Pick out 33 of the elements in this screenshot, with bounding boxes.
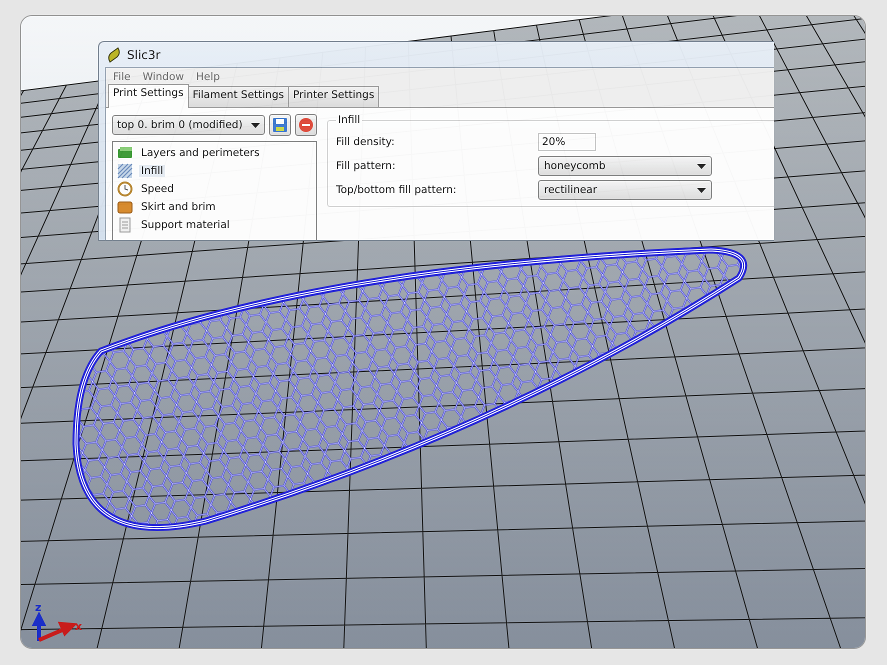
category-item[interactable]: Infill bbox=[139, 165, 166, 177]
menu-item[interactable]: Window bbox=[138, 70, 189, 84]
pattern-dropdown[interactable]: rectilinear bbox=[538, 180, 712, 200]
category-item[interactable]: Support material bbox=[139, 219, 232, 231]
app-logo-icon bbox=[107, 46, 121, 62]
preset-dropdown[interactable]: top 0. brim 0 (modified) bbox=[112, 115, 265, 135]
window-title: Slic3r bbox=[127, 48, 160, 62]
document-icon bbox=[117, 217, 133, 233]
menu-item[interactable]: File bbox=[108, 70, 136, 84]
caret-icon bbox=[697, 164, 706, 168]
field-label: Fill density: bbox=[336, 136, 396, 148]
group-title: Infill bbox=[337, 114, 362, 126]
category-item[interactable]: Skirt and brim bbox=[139, 201, 218, 213]
field-label: Fill pattern: bbox=[336, 160, 396, 172]
settings-tab[interactable]: Print Settings bbox=[108, 84, 189, 108]
field-label: Top/bottom fill pattern: bbox=[336, 184, 458, 196]
minus-circle-icon bbox=[298, 117, 314, 133]
brim-icon bbox=[117, 199, 133, 215]
settings-tab[interactable]: Printer Settings bbox=[288, 86, 380, 107]
caret-icon bbox=[697, 188, 706, 192]
category-item[interactable]: Layers and perimeters bbox=[139, 147, 262, 159]
delete-preset-button[interactable] bbox=[295, 114, 317, 136]
settings-tab[interactable]: Filament Settings bbox=[188, 86, 289, 107]
category-item[interactable]: Speed bbox=[139, 183, 176, 195]
hatched-square-icon bbox=[117, 163, 133, 179]
menu-item[interactable]: Help bbox=[190, 70, 225, 84]
pattern-dropdown[interactable]: honeycomb bbox=[538, 156, 712, 176]
caret-icon bbox=[251, 122, 260, 128]
clock-icon bbox=[117, 181, 133, 197]
save-preset-button[interactable] bbox=[269, 114, 291, 136]
fill-density-field[interactable]: 20% bbox=[538, 133, 596, 151]
layers-icon bbox=[117, 145, 133, 161]
z-axis-label: z bbox=[35, 601, 42, 614]
